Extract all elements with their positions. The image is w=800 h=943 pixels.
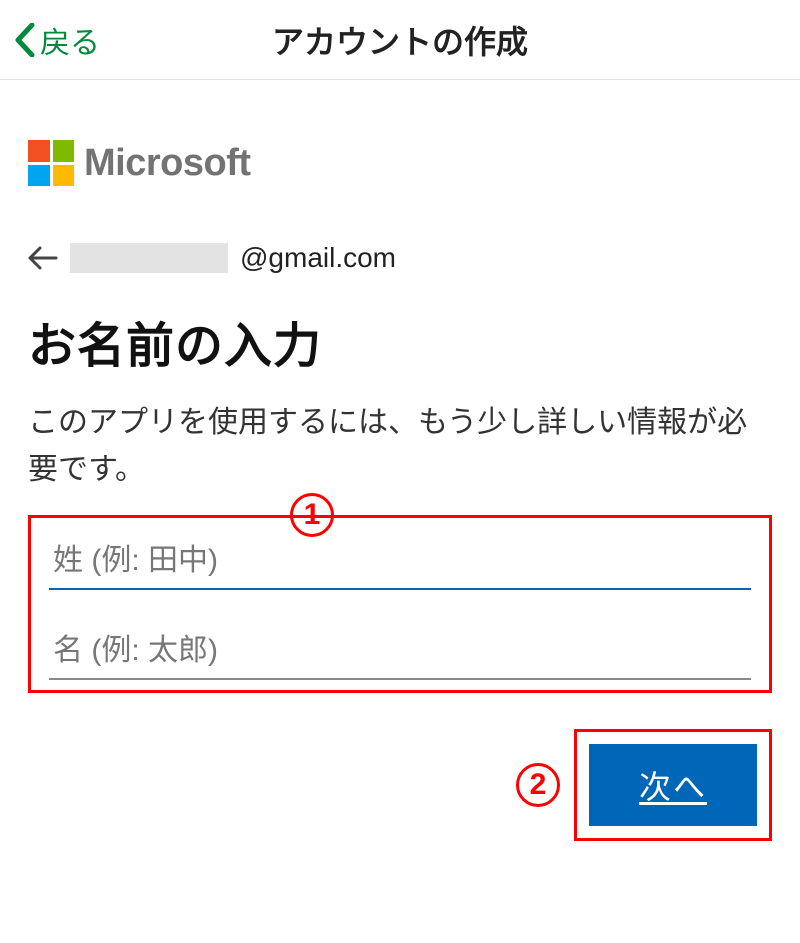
top-bar: 戻る アカウントの作成	[0, 0, 800, 80]
page-heading: お名前の入力	[28, 306, 772, 376]
action-row: 2 次へ	[28, 729, 772, 841]
microsoft-brand-row: Microsoft	[28, 140, 772, 186]
annotation-2: 2	[516, 763, 560, 807]
last-name-input[interactable]	[49, 528, 751, 590]
last-name-field	[49, 528, 751, 590]
email-domain: @gmail.com	[240, 242, 396, 274]
first-name-field	[49, 618, 751, 680]
first-name-input[interactable]	[49, 618, 751, 680]
back-label: 戻る	[40, 18, 100, 62]
next-button-highlight: 次へ	[574, 729, 772, 841]
microsoft-brand-text: Microsoft	[84, 142, 251, 185]
content-area: Microsoft @gmail.com お名前の入力 このアプリを使用するには…	[0, 140, 800, 841]
email-back-row[interactable]: @gmail.com	[28, 242, 772, 274]
microsoft-logo-icon	[28, 140, 74, 186]
page-topbar-title: アカウントの作成	[0, 17, 800, 63]
next-button[interactable]: 次へ	[589, 744, 757, 826]
back-button[interactable]: 戻る	[0, 18, 100, 62]
arrow-left-icon	[28, 246, 58, 270]
name-input-group	[28, 515, 772, 693]
chevron-left-icon	[14, 23, 36, 57]
page-description: このアプリを使用するには、もう少し詳しい情報が必要です。	[28, 400, 772, 493]
email-local-redacted	[70, 243, 228, 273]
